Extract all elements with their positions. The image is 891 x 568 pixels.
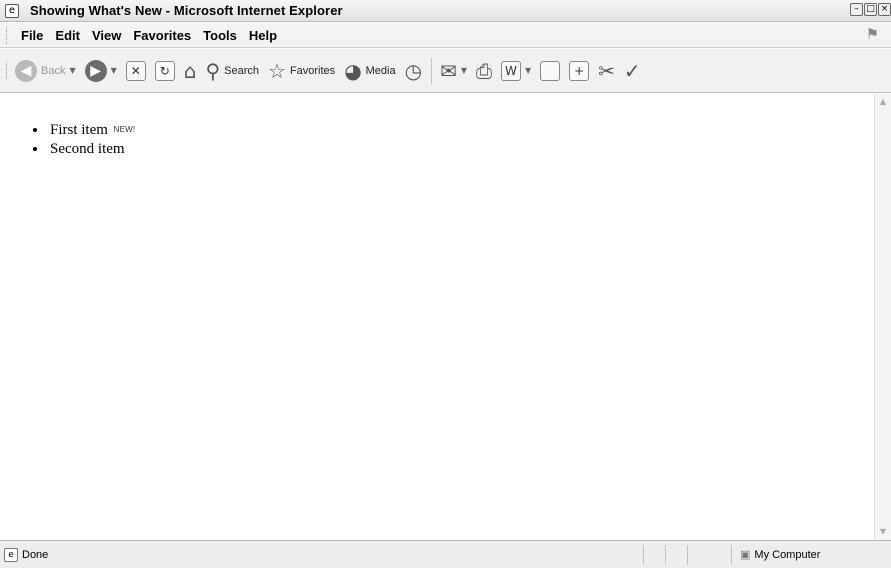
star-icon: ☆ — [268, 58, 286, 83]
scroll-down-icon[interactable]: ▼ — [875, 524, 891, 540]
status-pane-lock — [665, 544, 687, 565]
windows-logo-icon: ⚑ — [867, 25, 879, 43]
toolbar-separator — [431, 57, 433, 84]
back-button[interactable]: ◀ Back ▼ — [15, 59, 76, 82]
stop-icon: ✕ — [125, 60, 146, 81]
discuss-icon — [540, 60, 561, 81]
vertical-scrollbar[interactable]: ▲ ▼ — [874, 94, 891, 540]
ie-page-icon: e — [4, 547, 18, 562]
computer-icon: ▣ — [740, 548, 751, 561]
list-item-text: First item — [50, 122, 108, 138]
mail-icon: ✉ — [440, 58, 457, 83]
bulleted-list: First item NEW! Second item — [48, 120, 135, 159]
back-label: Back — [41, 64, 66, 77]
media-button[interactable]: ◕ Media — [344, 60, 395, 82]
print-button[interactable]: ⎙ — [476, 60, 492, 82]
search-button[interactable]: ⚲ Search — [205, 60, 259, 82]
forward-arrow-icon: ▶ — [84, 59, 107, 82]
menu-edit[interactable]: Edit — [49, 28, 86, 43]
security-zone: ▣ My Computer — [731, 544, 891, 565]
status-bar: e Done ▣ My Computer — [0, 540, 891, 568]
menu-view[interactable]: View — [86, 28, 127, 43]
messenger-icon: + — [569, 60, 590, 81]
menu-favorites[interactable]: Favorites — [127, 28, 197, 43]
research-button[interactable]: ✂ — [598, 60, 615, 82]
toolbar-grip[interactable] — [6, 26, 9, 44]
title-bar: e Showing What's New - Microsoft Interne… — [0, 0, 891, 22]
status-pane-extra — [687, 544, 731, 565]
chevron-down-icon[interactable]: ▼ — [525, 66, 531, 75]
status-pane-progress — [643, 544, 665, 565]
menu-file[interactable]: File — [15, 28, 49, 43]
mail-button[interactable]: ✉ ▼ — [440, 60, 467, 82]
menu-tools[interactable]: Tools — [197, 28, 243, 43]
favorites-label: Favorites — [289, 64, 336, 77]
home-button[interactable]: ⌂ — [184, 60, 197, 82]
favorites-button[interactable]: ☆ Favorites — [268, 60, 335, 82]
window-controls: – □ × — [850, 3, 891, 16]
toolbar-grip[interactable] — [6, 62, 9, 79]
edit-button[interactable]: W ▼ — [500, 60, 531, 81]
back-arrow-icon: ◀ — [15, 59, 37, 82]
media-icon: ◕ — [344, 58, 362, 83]
page-content: First item NEW! Second item — [0, 94, 874, 540]
home-icon: ⌂ — [183, 58, 197, 83]
word-icon: W — [500, 60, 521, 81]
scroll-up-icon[interactable]: ▲ — [875, 94, 891, 110]
ie-icon: e — [5, 3, 19, 18]
history-button[interactable]: ◷ — [405, 60, 422, 82]
spell-check-icon: ✓ — [623, 58, 641, 83]
chevron-down-icon[interactable]: ▼ — [461, 66, 467, 75]
printer-icon: ⎙ — [475, 58, 492, 83]
zone-text: My Computer — [754, 548, 821, 561]
menu-help[interactable]: Help — [243, 28, 283, 43]
window-title: Showing What's New - Microsoft Internet … — [30, 3, 343, 18]
refresh-icon: ↻ — [154, 60, 175, 81]
discuss-button[interactable] — [540, 60, 561, 81]
media-label: Media — [365, 64, 396, 77]
research-icon: ✂ — [598, 58, 615, 83]
maximize-icon[interactable]: □ — [864, 3, 877, 16]
messenger-button[interactable]: + — [569, 60, 590, 81]
status-pane: e Done — [0, 541, 643, 568]
list-item: Second item — [48, 140, 135, 159]
standard-toolbar: ◀ Back ▼ ▶ ▼ ✕ ↻ ⌂ ⚲ Search ☆ Favorites … — [0, 49, 891, 93]
list-item: First item NEW! — [48, 120, 135, 140]
search-icon: ⚲ — [205, 58, 221, 83]
stop-button[interactable]: ✕ — [125, 60, 146, 81]
new-badge: NEW! — [113, 125, 136, 134]
minimize-icon[interactable]: – — [850, 3, 863, 16]
forward-button[interactable]: ▶ ▼ — [84, 59, 117, 82]
search-label: Search — [224, 64, 259, 77]
menu-bar: File Edit View Favorites Tools Help ⚑ — [0, 23, 891, 48]
list-item-text: Second item — [50, 141, 125, 157]
chevron-down-icon[interactable]: ▼ — [69, 66, 75, 75]
spell-check-button[interactable]: ✓ — [624, 60, 641, 82]
history-icon: ◷ — [404, 58, 423, 83]
status-text: Done — [22, 548, 49, 561]
chevron-down-icon[interactable]: ▼ — [111, 66, 117, 75]
close-icon[interactable]: × — [878, 3, 891, 16]
refresh-button[interactable]: ↻ — [154, 60, 175, 81]
